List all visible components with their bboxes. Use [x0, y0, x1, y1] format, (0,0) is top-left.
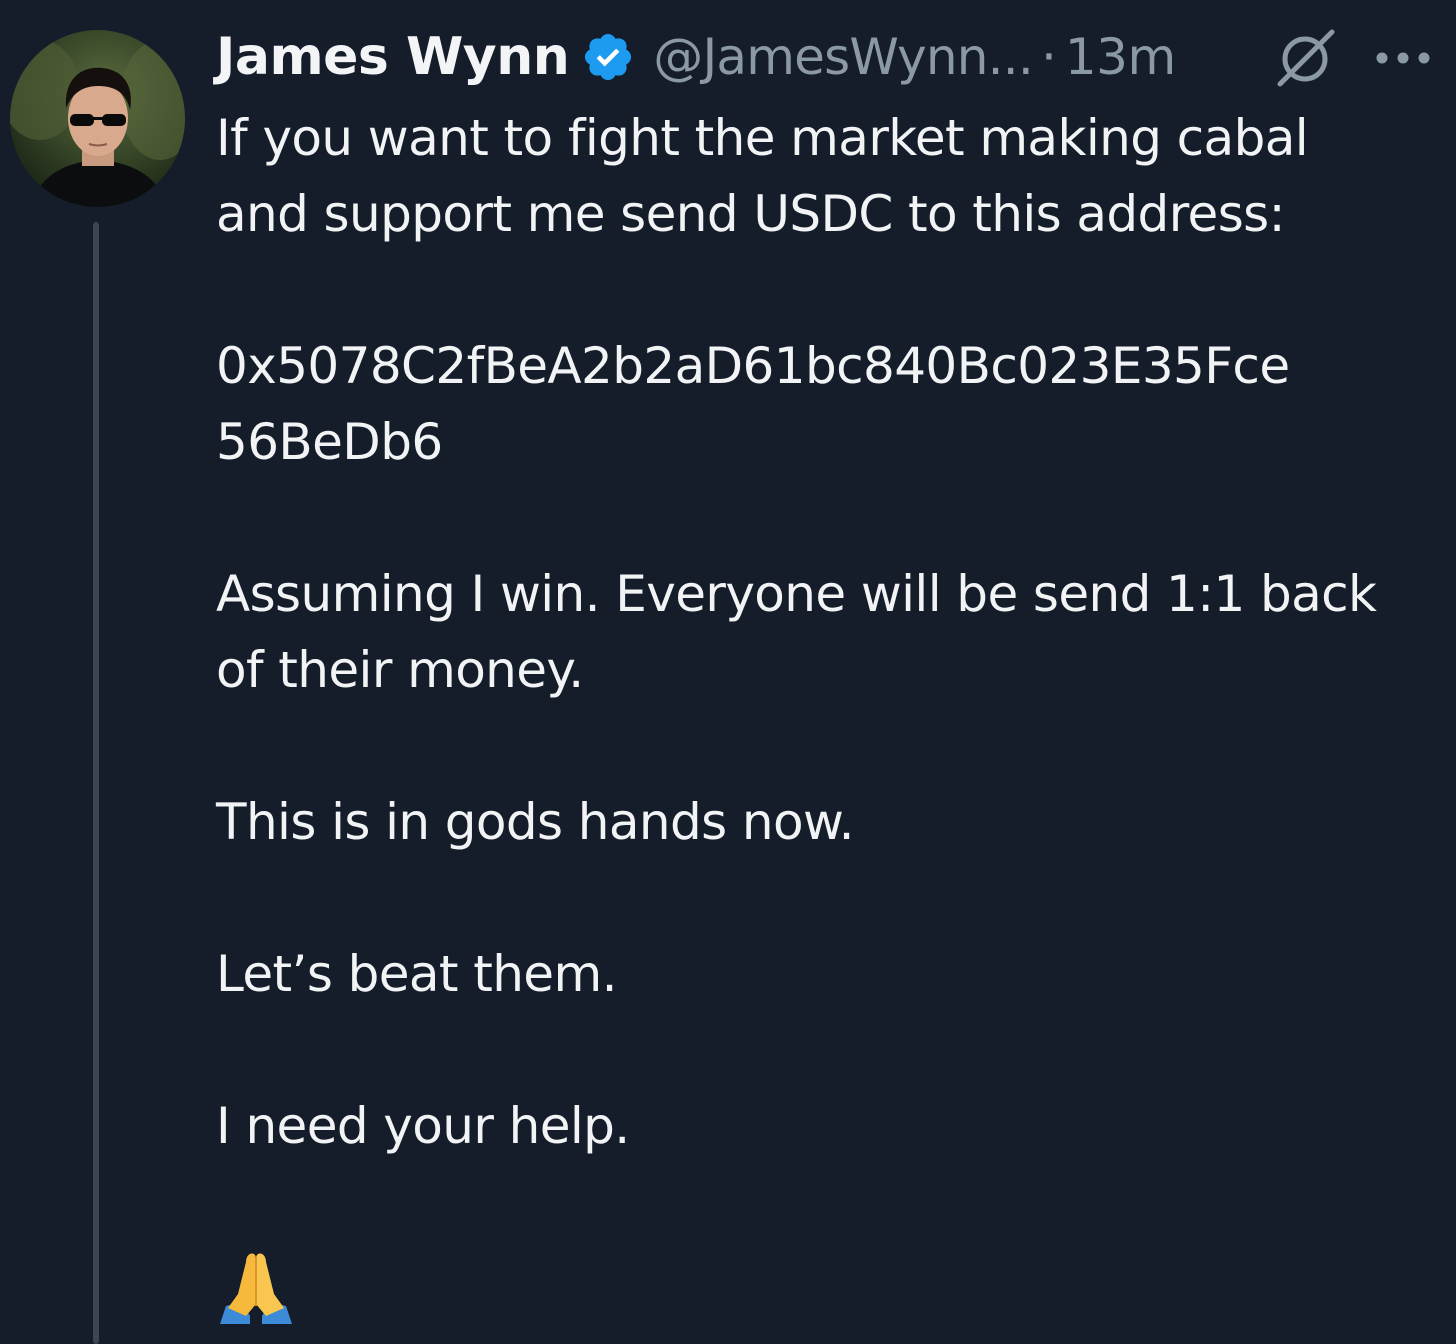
wallet-address-continued: 56BeDb6 [216, 413, 443, 471]
thread-line [93, 222, 99, 1344]
more-options-icon[interactable] [1372, 46, 1434, 70]
tweet-line: and support me send USDC to this address… [216, 185, 1285, 243]
tweet-header: James Wynn @JamesWynn... · 13m [216, 22, 1176, 92]
grok-icon[interactable] [1272, 28, 1338, 90]
tweet[interactable]: James Wynn @JamesWynn... · 13m If you wa… [0, 0, 1456, 1344]
author-name[interactable]: James Wynn [216, 27, 570, 87]
timestamp[interactable]: 13m [1065, 28, 1176, 86]
author-handle[interactable]: @JamesWynn... [653, 28, 1034, 86]
tweet-line: Let’s beat them. [216, 945, 617, 1003]
tweet-line: This is in gods hands now. [216, 793, 855, 851]
avatar-image [10, 40, 185, 207]
verified-badge-icon [581, 30, 635, 84]
tweet-line: of their money. [216, 641, 584, 699]
avatar[interactable] [10, 30, 185, 207]
wallet-address: 0x5078C2fBeA2b2aD61bc840Bc023E35Fce [216, 337, 1290, 395]
tweet-line: I need your help. [216, 1097, 630, 1155]
tweet-line: If you want to fight the market making c… [216, 109, 1309, 167]
separator-dot: · [1040, 28, 1057, 86]
tweet-line: Assuming I win. Everyone will be send 1:… [216, 565, 1377, 623]
tweet-body: If you want to fight the market making c… [216, 100, 1446, 1164]
folded-hands-emoji-icon [216, 1246, 296, 1324]
